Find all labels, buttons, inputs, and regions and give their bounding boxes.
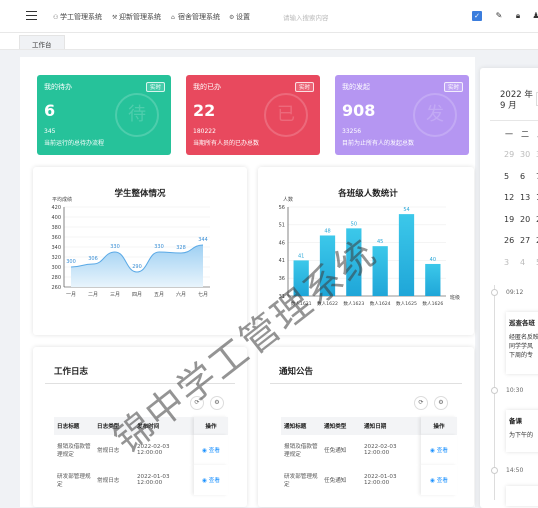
calendar-day[interactable]: 5 (504, 172, 509, 181)
gear-icon: ⚙ (229, 14, 235, 21)
eye-icon: ◉ (430, 448, 437, 454)
realtime-badge: 实时 (294, 82, 314, 92)
lock-icon[interactable]: 🔒︎ (513, 11, 523, 21)
cell-title: 研发部管理规定 (284, 474, 318, 488)
calendar-day[interactable]: 19 (504, 215, 514, 224)
nav-item-student-affairs[interactable]: ⚇ 学工管理系统 (53, 12, 102, 22)
nav-item-settings[interactable]: ⚙ 设置 (229, 12, 250, 22)
calendar-weekday: 二 (521, 130, 529, 139)
timeline-card-text: 下周的专 (509, 352, 534, 359)
cell-date: 2022-01-03 12:00:00 (364, 474, 397, 486)
cell-title: 研发部管理规定 (57, 474, 91, 488)
cell-title: 报销及借款管理规定 (57, 444, 91, 458)
timeline-card-title: 巡查各班 (509, 319, 535, 327)
user-group-icon: ⚇ (53, 14, 59, 21)
refresh-icon[interactable]: ⟳ (414, 396, 428, 410)
tab-bar: 工作台 (0, 33, 538, 50)
column-header: 通知类型 (321, 417, 361, 435)
timeline-card-title: 备课 (509, 417, 522, 425)
timeline-card-text: 经匿名反映 (509, 334, 538, 341)
calendar-day[interactable]: 6 (520, 172, 525, 181)
cell-time: 2022-01-03 12:00:00 (137, 474, 170, 486)
stat-card-initiated[interactable]: 我的发起 实时 908 发 33256 目前为止所有人的发起总数 (335, 75, 469, 155)
timeline-time: 14:50 (506, 467, 524, 474)
table-header: 通知标题 通知类型 通知日期 操作 (281, 417, 457, 435)
column-header: 日志标题 (54, 417, 94, 435)
column-header: 操作 (194, 417, 228, 435)
divider (490, 120, 538, 121)
stat-sub-label: 目前为止所有人的发起总数 (342, 140, 415, 147)
eye-icon: ◉ (202, 478, 209, 484)
timeline-card-text: 为下午的 (509, 432, 534, 439)
work-log-title: 工作日志 (54, 367, 89, 377)
home-icon: ⌂ (171, 14, 175, 21)
student-overview-card (33, 167, 247, 335)
stat-card-todo[interactable]: 我的待办 实时 6 待 345 当前运行的总待办流程 (37, 75, 171, 155)
settings-icon[interactable]: ⚙ (434, 396, 448, 410)
user-icon[interactable]: ♟ (531, 11, 538, 21)
stat-sub-label: 当期所有人员的已办总数 (193, 140, 260, 147)
tool-icon: ⚒ (112, 14, 118, 21)
calendar-day[interactable]: 4 (520, 258, 525, 267)
notice-title: 通知公告 (279, 367, 314, 377)
calendar-day[interactable]: 27 (520, 236, 530, 245)
search-input[interactable]: 请输入搜索内容 (283, 12, 329, 22)
timeline-card-text: 同学学风 (509, 343, 534, 350)
hamburger-menu-icon[interactable] (26, 11, 37, 20)
stat-watermark-icon: 已 (264, 93, 308, 137)
calendar-month: 9 月 (500, 101, 517, 111)
timeline-dot (491, 467, 498, 474)
timeline-time: 09:12 (506, 289, 524, 296)
view-button[interactable]: ◉ 查看 (421, 465, 457, 495)
tab-workbench[interactable]: 工作台 (19, 35, 65, 49)
stat-card-done[interactable]: 我的已办 实时 22 已 180222 当期所有人员的已办总数 (186, 75, 320, 155)
realtime-badge: 实时 (443, 82, 463, 92)
stat-watermark-icon: 发 (413, 93, 457, 137)
eye-icon: ◉ (430, 478, 437, 484)
stat-watermark-icon: 待 (115, 93, 159, 137)
cell-date: 2022-02-03 12:00:00 (364, 444, 397, 456)
timeline-card[interactable]: 巡查各班 经匿名反映 同学学风 下周的专 (506, 312, 538, 374)
cell-title: 报销及借款管理规定 (284, 444, 318, 458)
checkbox-icon[interactable]: ✓ (472, 11, 482, 21)
timeline-dot (491, 387, 498, 394)
view-button[interactable]: ◉ 查看 (194, 465, 228, 495)
timeline-card[interactable] (506, 486, 538, 506)
view-button[interactable]: ◉ 查看 (421, 435, 457, 465)
stat-sub-number: 33256 (342, 128, 362, 135)
stat-sub-label: 当前运行的总待办流程 (44, 140, 105, 147)
calendar-day[interactable]: 26 (504, 236, 514, 245)
realtime-badge: 实时 (145, 82, 165, 92)
view-button[interactable]: ◉ 查看 (194, 435, 228, 465)
calendar-day[interactable]: 30 (520, 150, 530, 159)
edit-icon[interactable]: ✎ (494, 11, 504, 21)
notice-table: 通知标题 通知类型 通知日期 操作 报销及借款管理规定 任免通知 2022-02… (281, 417, 457, 495)
nav-item-dormitory[interactable]: ⌂ 宿舍管理系统 (171, 12, 220, 22)
calendar-weekday: 一 (505, 130, 513, 139)
stat-sub-number: 345 (44, 128, 56, 135)
column-header: 通知标题 (281, 417, 321, 435)
timeline-card[interactable]: 备课 为下午的 (506, 410, 538, 452)
nav-item-orientation[interactable]: ⚒ 迎新管理系统 (112, 12, 161, 22)
calendar-day[interactable]: 12 (504, 193, 514, 202)
timeline-time: 10:30 (506, 387, 524, 394)
table-row: 研发部管理规定 任免通知 2022-01-03 12:00:00 ◉ 查看 (281, 465, 457, 495)
cell-type: 任免通知 (324, 478, 347, 484)
cell-type: 任免通知 (324, 448, 347, 454)
stat-sub-number: 180222 (193, 128, 216, 135)
timeline-dot (491, 289, 498, 296)
top-bar: ⚇ 学工管理系统 ⚒ 迎新管理系统 ⌂ 宿舍管理系统 ⚙ 设置 请输入搜索内容 ✓ ✎ … (0, 0, 538, 33)
calendar-day[interactable]: 29 (504, 150, 514, 159)
calendar-day[interactable]: 3 (504, 258, 509, 267)
table-row: 报销及借款管理规定 任免通知 2022-02-03 12:00:00 ◉ 查看 (281, 435, 457, 465)
column-header: 通知日期 (361, 417, 421, 435)
column-header: 操作 (421, 417, 457, 435)
eye-icon: ◉ (202, 448, 209, 454)
calendar-day[interactable]: 13 (520, 193, 530, 202)
calendar-day[interactable]: 20 (520, 215, 530, 224)
divider (270, 383, 462, 384)
cell-type: 常规日志 (97, 478, 120, 484)
table-row: 研发部管理规定 常规日志 2022-01-03 12:00:00 ◉ 查看 (54, 465, 228, 495)
